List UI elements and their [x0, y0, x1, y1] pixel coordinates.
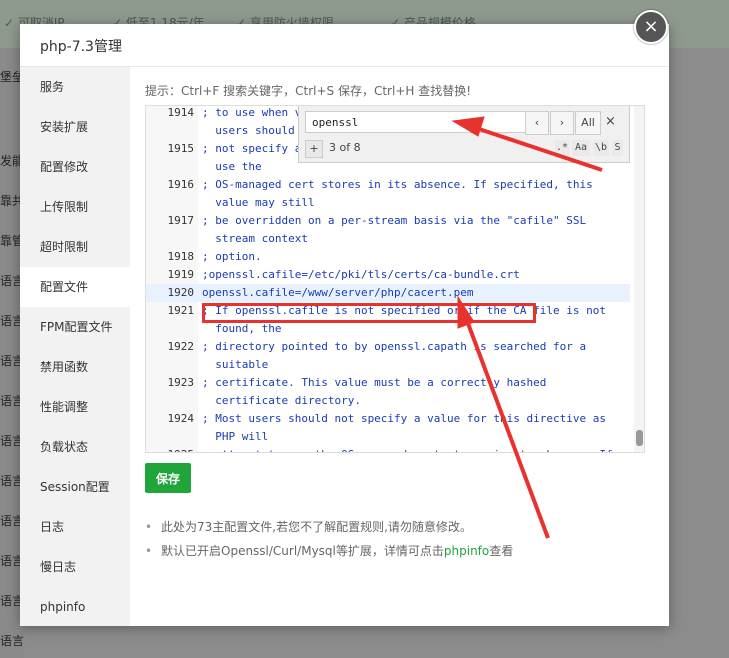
- annotation-arrows: [451, 116, 603, 539]
- annotation-arrow-line: [464, 317, 550, 539]
- annotation-arrow-line: [475, 126, 603, 172]
- annotation-arrow-head: [451, 116, 485, 137]
- annotation-arrow-head: [457, 295, 475, 329]
